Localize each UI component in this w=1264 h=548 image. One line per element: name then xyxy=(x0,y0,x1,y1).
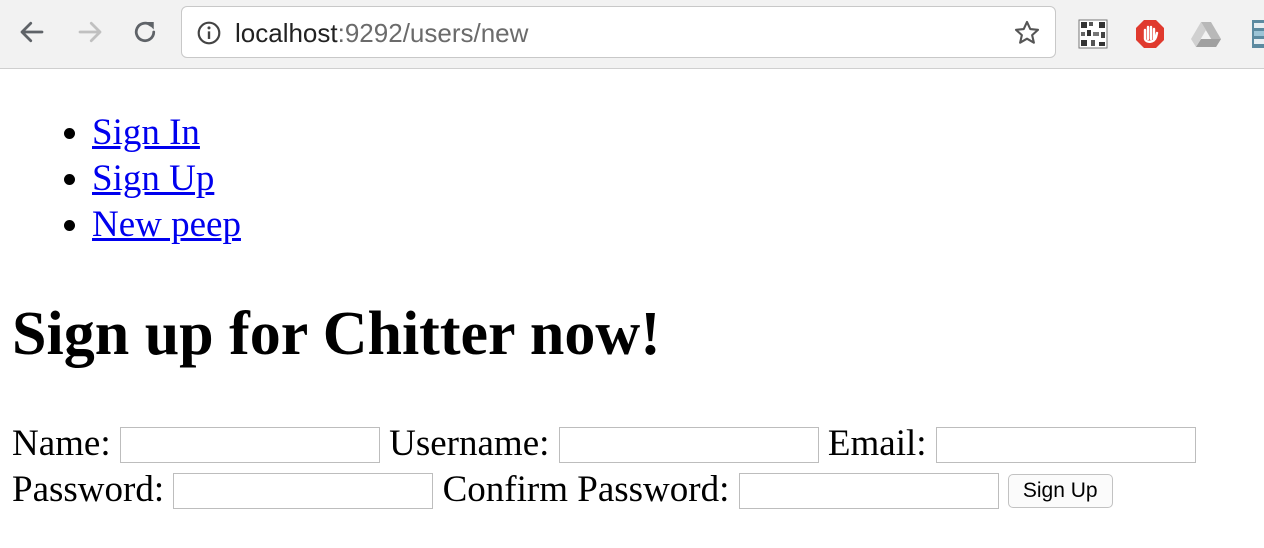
url-host: localhost xyxy=(235,18,338,48)
password-label: Password: xyxy=(12,469,165,510)
nav-item-sign-in: Sign In xyxy=(92,110,241,156)
password-field[interactable] xyxy=(173,472,434,509)
page-title: Sign up for Chitter now! xyxy=(12,300,661,368)
browser-toolbar: localhost:9292/users/new xyxy=(0,0,1264,69)
bookmark-star-icon[interactable] xyxy=(1013,19,1041,47)
url-text[interactable]: localhost:9292/users/new xyxy=(235,18,528,48)
sign-up-link[interactable]: Sign Up xyxy=(92,158,214,199)
address-bar[interactable]: localhost:9292/users/new xyxy=(181,6,1056,58)
info-icon[interactable] xyxy=(196,20,222,46)
url-path: :9292/users/new xyxy=(337,18,529,48)
new-peep-link[interactable]: New peep xyxy=(92,204,241,245)
confirm-password-label: Confirm Password: xyxy=(442,469,730,510)
google-drive-extension-icon[interactable] xyxy=(1190,18,1222,50)
nav-item-new-peep: New peep xyxy=(92,202,241,248)
form-row-2: Password: Confirm Password: Sign Up xyxy=(12,468,1113,512)
sign-up-button[interactable]: Sign Up xyxy=(1007,473,1113,508)
nav-item-sign-up: Sign Up xyxy=(92,156,241,202)
username-field[interactable] xyxy=(558,426,819,463)
forward-button[interactable] xyxy=(72,14,108,50)
email-field[interactable] xyxy=(935,426,1196,463)
sign-in-link[interactable]: Sign In xyxy=(92,112,200,153)
tab-extension-icon[interactable] xyxy=(1244,18,1264,50)
back-arrow-icon xyxy=(20,21,44,43)
reload-button[interactable] xyxy=(127,14,163,50)
username-label: Username: xyxy=(389,423,550,464)
name-label: Name: xyxy=(12,423,111,464)
back-button[interactable] xyxy=(14,14,50,50)
reload-icon xyxy=(134,21,156,43)
form-row-1: Name: Username: Email: xyxy=(12,422,1196,466)
name-field[interactable] xyxy=(119,426,380,463)
confirm-password-field[interactable] xyxy=(738,472,999,509)
adblock-extension-icon[interactable] xyxy=(1134,18,1166,50)
forward-arrow-icon xyxy=(78,21,102,43)
qr-extension-icon[interactable] xyxy=(1077,18,1109,50)
email-label: Email: xyxy=(827,423,927,464)
nav-list: Sign In Sign Up New peep xyxy=(0,110,241,248)
